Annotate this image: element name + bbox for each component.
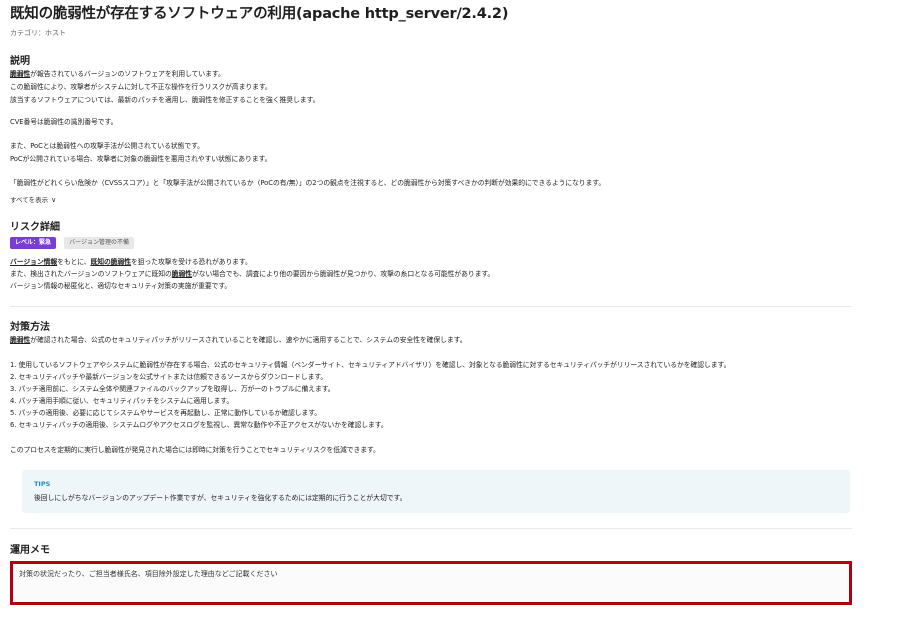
category-label: カテゴリ：ホスト — [10, 29, 66, 37]
countermeasure-step-6: 6. セキュリティパッチの適用後、システムログやアクセスログを監視し、異常な動作… — [10, 421, 388, 429]
risk-badges: レベル：緊急 バージョン管理の不備 — [10, 237, 137, 249]
show-all-toggle[interactable]: すべてを表示 ∨ — [10, 194, 56, 204]
description-line-7: 「脆弱性がどれくらい危険か（CVSSスコア）」と「攻撃手法が公開されているか（P… — [10, 179, 606, 187]
description-line-4: CVE番号は脆弱性の識別番号です。 — [10, 118, 118, 126]
operation-memo-input[interactable] — [10, 561, 852, 605]
risk-line-1: バージョン情報をもとに、既知の脆弱性を狙った攻撃を受ける恐れがあります。 — [10, 258, 252, 266]
risk-line-2: また、検出されたバージョンのソフトウェアに既知の脆弱性がない場合でも、調査により… — [10, 270, 495, 278]
countermeasure-intro: 脆弱性が確認された場合、公式のセキュリティパッチがリリースされていることを確認し… — [10, 336, 467, 344]
description-heading: 説明 — [10, 56, 30, 67]
known-vulnerability-term-link[interactable]: 既知の脆弱性 — [91, 258, 132, 266]
tips-box: TIPS 後回しにしがちなバージョンのアップデート作業ですが、セキュリティを強化… — [22, 470, 850, 513]
countermeasure-closing: このプロセスを定期的に実行し脆弱性が発見された場合には即時に対策を行うことでセキ… — [10, 446, 380, 454]
chevron-down-icon: ∨ — [51, 196, 57, 204]
countermeasure-step-4: 4. パッチ適用手順に従い、セキュリティパッチをシステムに適用します。 — [10, 397, 234, 405]
section-divider — [10, 528, 852, 529]
countermeasure-heading: 対策方法 — [10, 322, 50, 333]
level-badge: レベル：緊急 — [10, 237, 57, 249]
countermeasure-step-1: 1. 使用しているソフトウェアやシステムに脆弱性が存在する場合、公式のセキュリテ… — [10, 361, 731, 369]
risk-line-3: バージョン情報の秘匿化と、適切なセキュリティ対策の実施が重要です。 — [10, 282, 232, 290]
description-line-3: 該当するソフトウェアについては、最新のパッチを適用し、脆弱性を修正することを強く… — [10, 96, 320, 104]
description-line-6: PoCが公開されている場合、攻撃者に対象の脆弱性を悪用されやすい状態にあります。 — [10, 155, 272, 163]
countermeasure-step-5: 5. パッチの適用後、必要に応じてシステムやサービスを再起動し、正常に動作してい… — [10, 409, 322, 417]
countermeasure-step-2: 2. セキュリティパッチや最新バージョンを公式サイトまたは信頼できるソースからダ… — [10, 373, 328, 381]
countermeasure-step-3: 3. パッチ適用前に、システム全体や関連ファイルのバックアップを取得し、万が一の… — [10, 385, 335, 393]
category-tag-badge: バージョン管理の不備 — [64, 237, 134, 249]
vulnerability-term-link[interactable]: 脆弱性 — [10, 336, 30, 344]
memo-heading: 運用メモ — [10, 545, 50, 556]
page-title: 既知の脆弱性が存在するソフトウェアの利用(apache http_server/… — [10, 6, 509, 22]
description-line-2: この脆弱性により、攻撃者がシステムに対して不正な操作を行うリスクが高まります。 — [10, 83, 272, 91]
vulnerability-term-link[interactable]: 脆弱性 — [10, 70, 30, 78]
version-info-term-link[interactable]: バージョン情報 — [10, 258, 57, 266]
tips-label: TIPS — [34, 480, 51, 488]
tips-text: 後回しにしがちなバージョンのアップデート作業ですが、セキュリティを強化するために… — [34, 494, 407, 502]
risk-heading: リスク詳細 — [10, 222, 60, 233]
section-divider — [10, 306, 852, 307]
vulnerability-term-link[interactable]: 脆弱性 — [172, 270, 192, 278]
show-all-label: すべてを表示 — [10, 196, 49, 204]
description-line-5: また、PoCとは脆弱性への攻撃手法が公開されている状態です。 — [10, 142, 204, 150]
description-line-1: 脆弱性が報告されているバージョンのソフトウェアを利用しています。 — [10, 70, 225, 78]
